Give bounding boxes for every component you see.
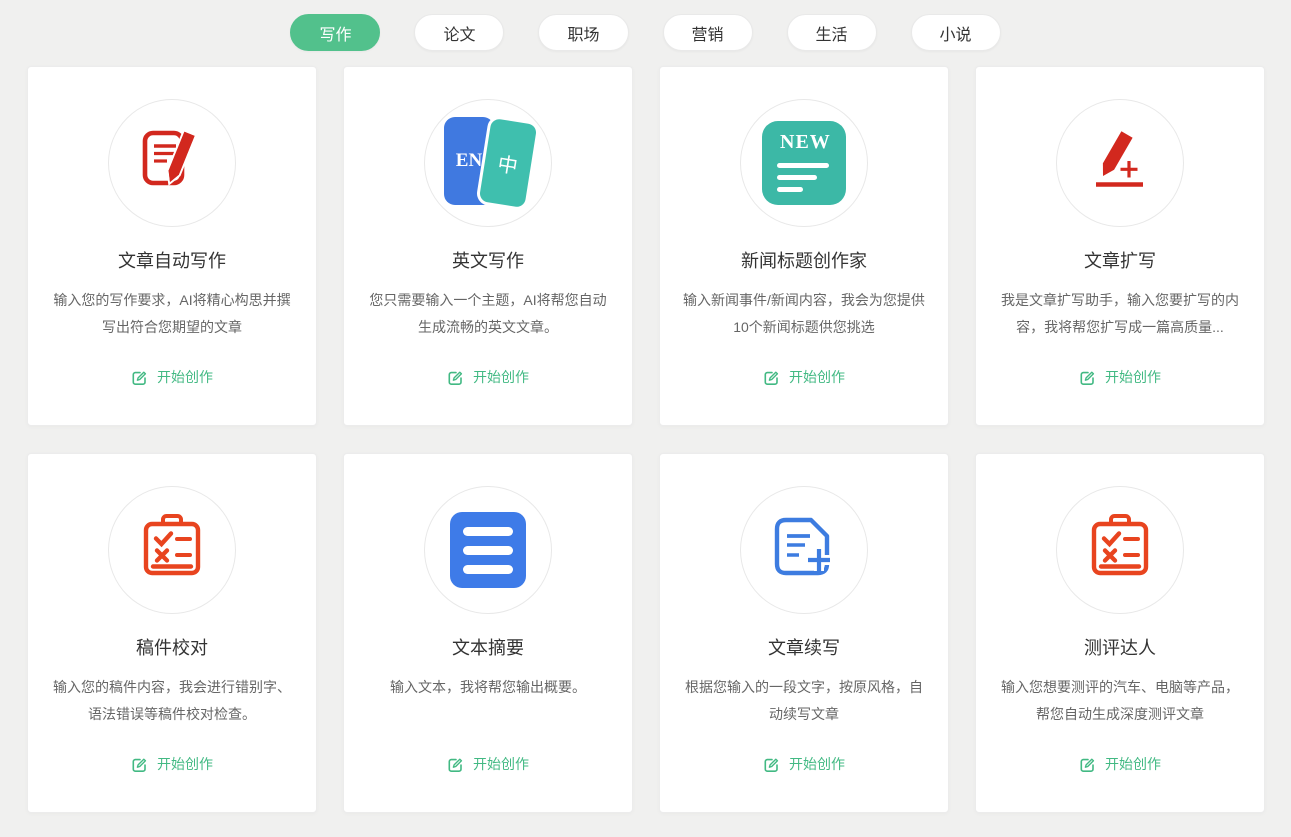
- start-creating-link[interactable]: 开始创作: [976, 367, 1264, 387]
- document-plus-icon: [767, 511, 841, 590]
- start-creating-link[interactable]: 开始创作: [344, 754, 632, 774]
- start-creating-label: 开始创作: [473, 367, 529, 387]
- tool-card[interactable]: 文章续写 根据您输入的一段文字，按原风格，自动续写文章 开始创作: [659, 453, 949, 813]
- card-description: 您只需要输入一个主题，AI将帮您自动生成流畅的英文文章。: [364, 287, 612, 341]
- start-creating-link[interactable]: 开始创作: [976, 754, 1264, 774]
- tab-pill[interactable]: 写作: [290, 14, 380, 51]
- start-creating-label: 开始创作: [1105, 367, 1161, 387]
- start-creating-link[interactable]: 开始创作: [660, 754, 948, 774]
- edit-square-icon: [131, 756, 148, 773]
- start-creating-link[interactable]: 开始创作: [344, 367, 632, 387]
- icon-circle: [108, 486, 236, 614]
- icon-circle: [108, 99, 236, 227]
- summary-lines-icon: [450, 512, 526, 588]
- icon-circle: EN 中: [424, 99, 552, 227]
- edit-square-icon: [131, 369, 148, 386]
- start-creating-label: 开始创作: [473, 754, 529, 774]
- icon-circle: [1056, 486, 1184, 614]
- start-creating-label: 开始创作: [789, 367, 845, 387]
- tool-card[interactable]: EN 中 英文写作 您只需要输入一个主题，AI将帮您自动生成流畅的英文文章。 开…: [343, 66, 633, 426]
- tool-card[interactable]: 稿件校对 输入您的稿件内容，我会进行错别字、语法错误等稿件校对检查。 开始创作: [27, 453, 317, 813]
- card-description: 输入新闻事件/新闻内容，我会为您提供10个新闻标题供您挑选: [680, 287, 928, 341]
- start-creating-label: 开始创作: [157, 367, 213, 387]
- icon-circle: [1056, 99, 1184, 227]
- card-description: 输入文本，我将帮您输出概要。: [364, 674, 612, 701]
- start-creating-label: 开始创作: [1105, 754, 1161, 774]
- tab-pill[interactable]: 生活: [787, 14, 877, 51]
- category-tabs: 写作论文职场营销生活小说: [0, 14, 1291, 51]
- news-badge-icon: NEW: [762, 121, 846, 205]
- clipboard-check-icon: [136, 512, 208, 589]
- new-badge: NEW: [780, 131, 846, 154]
- tab-pill[interactable]: 论文: [414, 14, 504, 51]
- edit-square-icon: [1079, 756, 1096, 773]
- edit-square-icon: [447, 756, 464, 773]
- tool-card[interactable]: NEW 新闻标题创作家 输入新闻事件/新闻内容，我会为您提供10个新闻标题供您挑…: [659, 66, 949, 426]
- card-description: 输入您的写作要求，AI将精心构思并撰写出符合您期望的文章: [48, 287, 296, 341]
- edit-square-icon: [1079, 369, 1096, 386]
- tool-card[interactable]: 文本摘要 输入文本，我将帮您输出概要。 开始创作: [343, 453, 633, 813]
- card-description: 输入您的稿件内容，我会进行错别字、语法错误等稿件校对检查。: [48, 674, 296, 728]
- icon-circle: NEW: [740, 99, 868, 227]
- card-title: 测评达人: [976, 634, 1264, 660]
- pencil-plus-icon: [1083, 124, 1157, 203]
- start-creating-link[interactable]: 开始创作: [28, 367, 316, 387]
- card-title: 文章续写: [660, 634, 948, 660]
- card-title: 稿件校对: [28, 634, 316, 660]
- start-creating-link[interactable]: 开始创作: [28, 754, 316, 774]
- document-pencil-icon: [135, 124, 209, 203]
- tab-pill[interactable]: 职场: [538, 14, 628, 51]
- tool-card[interactable]: 测评达人 输入您想要测评的汽车、电脑等产品，帮您自动生成深度测评文章 开始创作: [975, 453, 1265, 813]
- icon-circle: [740, 486, 868, 614]
- start-creating-label: 开始创作: [157, 754, 213, 774]
- card-title: 英文写作: [344, 247, 632, 273]
- edit-square-icon: [763, 369, 780, 386]
- card-title: 文章自动写作: [28, 247, 316, 273]
- edit-square-icon: [763, 756, 780, 773]
- tool-card[interactable]: 文章扩写 我是文章扩写助手，输入您要扩写的内容，我将帮您扩写成一篇高质量... …: [975, 66, 1265, 426]
- card-grid: 文章自动写作 输入您的写作要求，AI将精心构思并撰写出符合您期望的文章 开始创作…: [0, 51, 1291, 813]
- start-creating-label: 开始创作: [789, 754, 845, 774]
- translate-icon: EN 中: [436, 113, 540, 213]
- tool-card[interactable]: 文章自动写作 输入您的写作要求，AI将精心构思并撰写出符合您期望的文章 开始创作: [27, 66, 317, 426]
- tab-pill[interactable]: 营销: [663, 14, 753, 51]
- card-description: 输入您想要测评的汽车、电脑等产品，帮您自动生成深度测评文章: [996, 674, 1244, 728]
- card-description: 根据您输入的一段文字，按原风格，自动续写文章: [680, 674, 928, 728]
- card-title: 文章扩写: [976, 247, 1264, 273]
- tab-pill[interactable]: 小说: [911, 14, 1001, 51]
- card-description: 我是文章扩写助手，输入您要扩写的内容，我将帮您扩写成一篇高质量...: [996, 287, 1244, 341]
- card-title: 新闻标题创作家: [660, 247, 948, 273]
- start-creating-link[interactable]: 开始创作: [660, 367, 948, 387]
- clipboard-check-icon: [1084, 512, 1156, 589]
- card-title: 文本摘要: [344, 634, 632, 660]
- icon-circle: [424, 486, 552, 614]
- edit-square-icon: [447, 369, 464, 386]
